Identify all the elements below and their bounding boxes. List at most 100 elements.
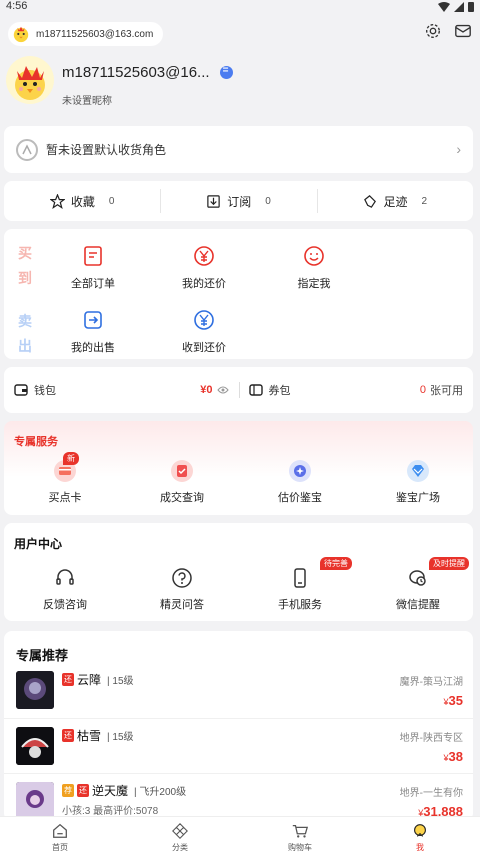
home-icon (53, 823, 67, 838)
buy-card-label: 买点卡 (48, 492, 82, 504)
role-icon (16, 138, 38, 161)
counteroffer-tag: 还 (77, 784, 89, 797)
wechat-reminder-button[interactable]: 微信提醒 (373, 567, 463, 612)
incomplete-badge: 待完善 (320, 557, 352, 570)
tab-category[interactable]: 分类 (120, 817, 240, 856)
appraisal-plaza-button[interactable]: 鉴宝广场 (373, 459, 463, 505)
chick-avatar-icon (13, 26, 29, 43)
top-bar: m18711525603@163.com (0, 14, 480, 54)
item-description: 小孩:3 最高评价:5078 (62, 806, 159, 817)
tab-cart-label: 购物车 (288, 843, 312, 852)
nickname[interactable]: m18711525603@16... (62, 64, 233, 81)
faq-button[interactable]: 精灵问答 (137, 567, 227, 612)
feedback-label: 反馈咨询 (43, 599, 87, 611)
buy-card-button[interactable]: 买点卡 (20, 459, 110, 505)
appraisal-button[interactable]: 估价鉴宝 (255, 459, 345, 505)
buy-section-tag: 买到 (18, 245, 32, 286)
stat-footprints-label: 足迹 (383, 194, 408, 209)
appraisal-plaza-label: 鉴宝广场 (396, 492, 440, 504)
status-time: 4:56 (6, 0, 28, 12)
system-icons (438, 1, 474, 12)
wallet-amount: ¥0 (200, 384, 213, 396)
settings-icon[interactable] (424, 22, 442, 40)
stat-subscriptions[interactable]: 订阅 0 (160, 188, 316, 213)
tab-me-label: 我 (416, 843, 424, 852)
message-icon[interactable] (454, 22, 472, 40)
counteroffer-tag: 还 (62, 673, 74, 686)
tab-me[interactable]: 我 (360, 817, 480, 856)
feedback-button[interactable]: 反馈咨询 (20, 567, 110, 612)
services-title: 专属服务 (14, 436, 58, 448)
item-name: 云障 (77, 673, 102, 687)
coupon-icon (248, 384, 263, 396)
item-thumbnail (16, 671, 54, 709)
stats-bar: 收藏 0 订阅 0 足迹 2 (4, 181, 473, 221)
me-icon (414, 824, 426, 837)
stat-favorites[interactable]: 收藏 0 (4, 193, 160, 210)
default-role-row[interactable]: 暂未设置默认收货角色 › (4, 126, 473, 173)
coupon-suffix: 张可用 (430, 385, 463, 397)
my-sales-label: 我的出售 (71, 342, 115, 354)
profile-section: m18711525603@16... 未设置昵称 (0, 54, 480, 134)
stat-subscriptions-count: 0 (265, 195, 271, 207)
phone-icon (294, 568, 306, 588)
item-server: 魔界-策马江湖 (399, 677, 463, 688)
headset-icon (56, 569, 74, 585)
verify-badge-icon[interactable] (219, 65, 233, 79)
chevron-right-icon: › (456, 141, 461, 157)
assigned-to-me-button[interactable]: 指定我 (278, 245, 350, 291)
item-level: 15级 (112, 676, 134, 687)
my-counteroffers-button[interactable]: 我的还价 (168, 245, 240, 291)
recommendations-title: 专属推荐 (16, 648, 69, 663)
appraise-icon (289, 460, 311, 482)
yen-circle-blue-icon (194, 310, 214, 330)
all-orders-label: 全部订单 (71, 278, 115, 290)
status-bar: 4:56 (0, 0, 480, 14)
smile-icon (304, 246, 324, 266)
stat-favorites-label: 收藏 (70, 194, 95, 209)
received-counteroffers-button[interactable]: 收到还价 (168, 309, 240, 355)
item-server: 地界-陕西专区 (399, 733, 463, 744)
cart-icon (292, 824, 309, 838)
signal-icon (454, 1, 464, 12)
stat-subscriptions-label: 订阅 (227, 194, 252, 209)
stat-footprints-count: 2 (421, 195, 428, 207)
user-center-title: 用户中心 (14, 537, 63, 551)
received-counteroffers-label: 收到还价 (182, 342, 226, 354)
recommendation-item[interactable]: 还 云障 | 15级 魔界-策马江湖 ¥35 (4, 663, 473, 717)
check-doc-icon (171, 460, 193, 482)
all-orders-button[interactable]: 全部订单 (57, 245, 129, 291)
wallet-icon (14, 384, 28, 396)
wallet-button[interactable]: 钱包 ¥0 (4, 367, 239, 413)
tab-home[interactable]: 首页 (0, 817, 120, 856)
star-icon (49, 193, 65, 209)
wechat-icon (409, 570, 426, 586)
eye-icon[interactable] (216, 385, 229, 395)
phone-service-button[interactable]: 手机服务 (255, 567, 345, 612)
exclusive-services-card: 专属服务 买点卡 新 成交查询 估价鉴宝 鉴宝广场 (4, 421, 473, 515)
item-level: 飞升200级 (139, 787, 187, 798)
coupon-button[interactable]: 券包 0 张可用 (238, 367, 474, 413)
deal-query-button[interactable]: 成交查询 (137, 459, 227, 505)
yen-circle-icon (194, 246, 214, 266)
counteroffer-tag: 还 (62, 729, 74, 742)
sell-section-tag: 卖出 (18, 313, 32, 354)
coupon-label: 券包 (268, 385, 291, 397)
avatar[interactable] (6, 56, 54, 104)
sell-out-icon (84, 311, 102, 329)
account-switcher[interactable]: m18711525603@163.com (8, 22, 164, 46)
wifi-icon (438, 1, 450, 12)
tab-category-label: 分类 (172, 843, 188, 852)
my-counteroffers-label: 我的还价 (182, 278, 226, 290)
item-server: 地界-一生有你 (399, 788, 463, 799)
item-price: ¥38 (443, 749, 463, 764)
item-name: 枯雪 (77, 729, 102, 743)
tab-cart[interactable]: 购物车 (240, 817, 360, 856)
user-center-card: 用户中心 反馈咨询 精灵问答 手机服务 待完善 微信提醒 及时提醒 (4, 523, 473, 621)
bottom-tab-bar: 首页 分类 购物车 我 (0, 816, 480, 856)
recommendation-item[interactable]: 还 枯雪 | 15级 地界-陕西专区 ¥38 (4, 718, 473, 772)
stat-footprints[interactable]: 足迹 2 (316, 188, 473, 213)
assigned-to-me-label: 指定我 (297, 278, 331, 290)
recommend-tag: 荐 (62, 784, 74, 797)
my-sales-button[interactable]: 我的出售 (57, 309, 129, 355)
